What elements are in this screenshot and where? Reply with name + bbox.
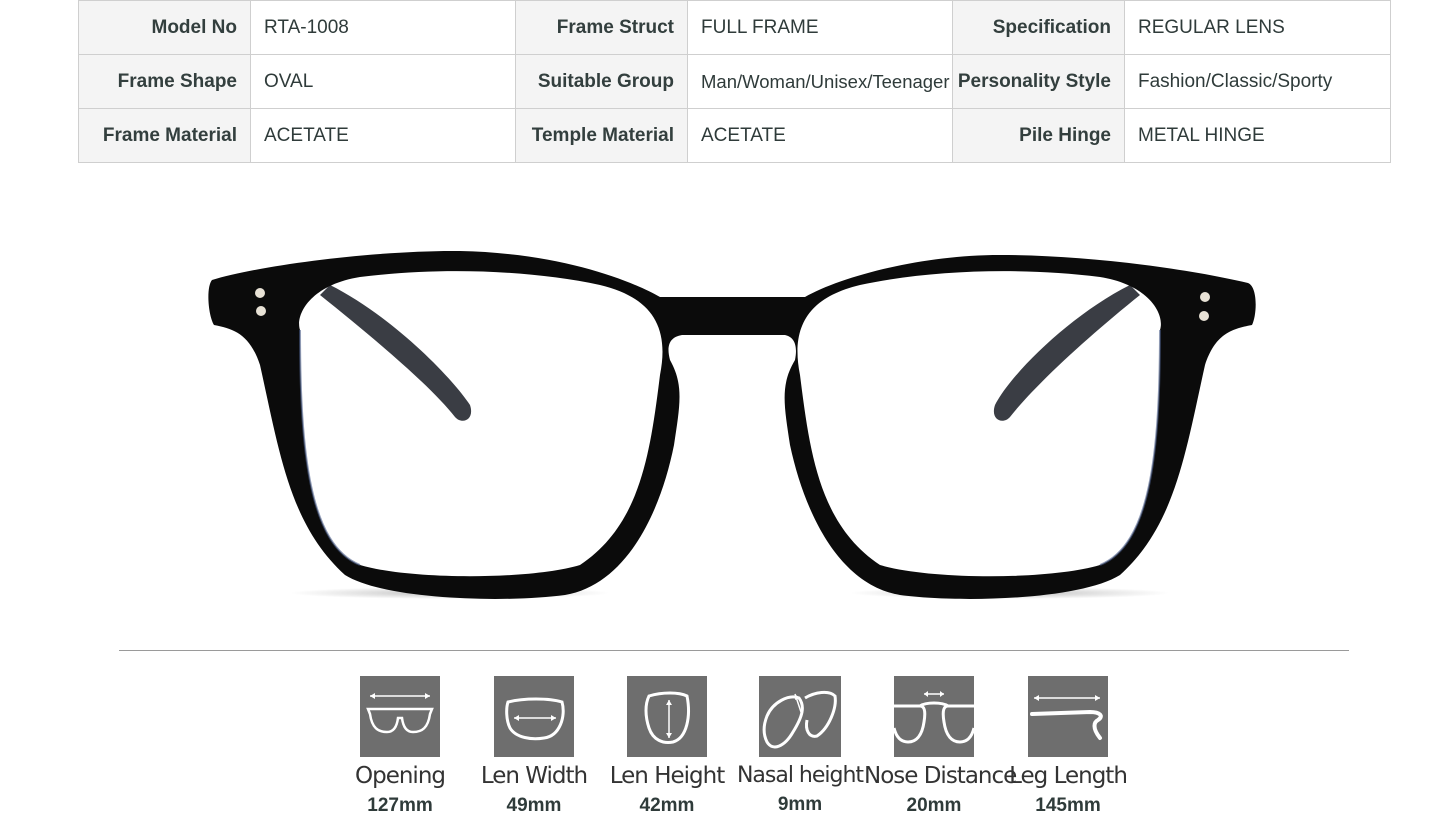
- measurement-value: 9mm: [777, 794, 823, 815]
- eyeglasses-front-icon: [200, 225, 1260, 620]
- leg-length-icon: [1028, 676, 1108, 757]
- measurement-nasal-height: Nasal height 9mm: [730, 676, 870, 816]
- spec-value-suitable-group: Man/Woman/Unisex/Teenager: [687, 54, 953, 109]
- measurement-leg-length: Leg Length 145mm: [998, 676, 1138, 817]
- nose-distance-icon: [894, 676, 974, 757]
- measurement-value: 49mm: [506, 795, 562, 816]
- measurement-label: Opening: [355, 763, 446, 789]
- spec-value-temple-material: ACETATE: [687, 108, 953, 163]
- lens-width-icon: [494, 676, 574, 757]
- spec-value-frame-shape: OVAL: [250, 54, 516, 109]
- measurement-value: 20mm: [906, 795, 962, 816]
- spec-value-frame-struct: FULL FRAME: [687, 0, 953, 55]
- spec-label-specification: Specification: [952, 0, 1125, 55]
- spec-value-specification: REGULAR LENS: [1124, 0, 1391, 55]
- spec-label-model-no: Model No: [78, 0, 251, 55]
- spec-value-personality-style: Fashion/Classic/Sporty: [1124, 54, 1391, 109]
- spec-label-personality-style: Personality Style: [952, 54, 1125, 109]
- measurement-len-height: Len Height 42mm: [597, 676, 737, 817]
- measurement-value: 42mm: [639, 795, 695, 816]
- section-divider: [119, 650, 1349, 651]
- measurement-value: 145mm: [1035, 795, 1101, 816]
- spec-value-pile-hinge: METAL HINGE: [1124, 108, 1391, 163]
- measurement-label: Leg Length: [1009, 763, 1128, 789]
- nasal-height-icon: [759, 676, 841, 757]
- spec-label-temple-material: Temple Material: [515, 108, 688, 163]
- measurement-value: 127mm: [367, 795, 433, 816]
- lens-height-icon: [627, 676, 707, 757]
- spec-label-frame-shape: Frame Shape: [78, 54, 251, 109]
- spec-value-model-no: RTA-1008: [250, 0, 516, 55]
- spec-label-suitable-group: Suitable Group: [515, 54, 688, 109]
- measurement-nose-distance: Nose Distance 20mm: [864, 676, 1017, 817]
- measurement-opening: Opening 127mm: [330, 676, 470, 817]
- measurement-label: Len Height: [609, 763, 725, 789]
- measurement-label: Nose Distance: [864, 763, 1017, 789]
- spec-row: Frame Shape OVAL Suitable Group Man/Woma…: [78, 54, 1391, 109]
- spec-value-frame-material: ACETATE: [250, 108, 516, 163]
- measurement-label: Nasal height: [736, 763, 864, 788]
- measurement-label: Len Width: [480, 763, 588, 789]
- spec-table: Model No RTA-1008 Frame Struct FULL FRAM…: [78, 0, 1391, 163]
- spec-label-frame-struct: Frame Struct: [515, 0, 688, 55]
- spec-row: Frame Material ACETATE Temple Material A…: [78, 108, 1391, 163]
- spec-label-pile-hinge: Pile Hinge: [952, 108, 1125, 163]
- opening-width-icon: [360, 676, 440, 757]
- spec-row: Model No RTA-1008 Frame Struct FULL FRAM…: [78, 0, 1391, 55]
- measurement-len-width: Len Width 49mm: [464, 676, 604, 817]
- measurement-list: Opening 127mm Len Width 49mm Len Height …: [340, 676, 1140, 831]
- spec-label-frame-material: Frame Material: [78, 108, 251, 163]
